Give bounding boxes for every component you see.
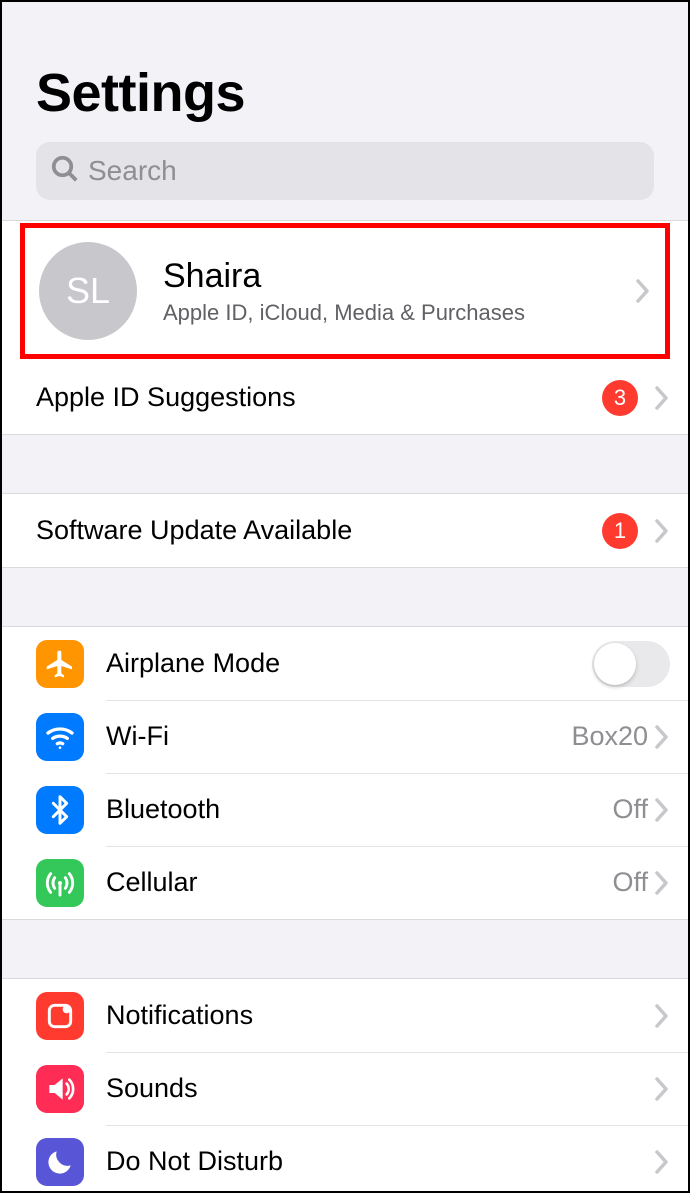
row-label: Airplane Mode (106, 648, 592, 679)
bluetooth-row[interactable]: Bluetooth Off (2, 773, 688, 846)
spacer (2, 920, 688, 978)
chevron-right-icon (654, 1148, 670, 1176)
airplane-icon (36, 640, 84, 688)
moon-icon (36, 1138, 84, 1186)
search-placeholder: Search (88, 155, 177, 187)
airplane-mode-row[interactable]: Airplane Mode (2, 627, 688, 700)
bluetooth-icon (36, 786, 84, 834)
software-update-row[interactable]: Software Update Available 1 (2, 494, 688, 567)
wifi-icon (36, 713, 84, 761)
chevron-right-icon (654, 723, 670, 751)
sounds-row[interactable]: Sounds (2, 1052, 688, 1125)
row-label: Wi-Fi (106, 721, 571, 752)
toggle-knob (594, 643, 636, 685)
group-system: Notifications Sounds Do Not Disturb (2, 978, 688, 1193)
group-account: SL Shaira Apple ID, iCloud, Media & Purc… (2, 220, 688, 435)
badge: 1 (602, 513, 638, 549)
row-value: Box20 (571, 721, 648, 752)
highlight-box: SL Shaira Apple ID, iCloud, Media & Purc… (20, 223, 670, 359)
chevron-right-icon (654, 796, 670, 824)
apple-id-suggestions-row[interactable]: Apple ID Suggestions 3 (2, 361, 688, 434)
group-connectivity: Airplane Mode Wi-Fi Box20 Bluetooth Off (2, 626, 688, 920)
wifi-row[interactable]: Wi-Fi Box20 (2, 700, 688, 773)
profile-name: Shaira (163, 257, 635, 296)
row-label: Bluetooth (106, 794, 612, 825)
search-icon (50, 154, 80, 189)
chevron-right-icon (635, 277, 651, 305)
row-label: Do Not Disturb (106, 1146, 654, 1177)
settings-screen: Settings Search SL Shaira Apple ID, iClo… (0, 0, 690, 1193)
badge: 3 (602, 380, 638, 416)
profile-text: Shaira Apple ID, iCloud, Media & Purchas… (163, 257, 635, 326)
dnd-row[interactable]: Do Not Disturb (2, 1125, 688, 1193)
airplane-toggle[interactable] (592, 641, 670, 687)
chevron-right-icon (654, 384, 670, 412)
row-label: Apple ID Suggestions (36, 382, 602, 413)
cellular-row[interactable]: Cellular Off (2, 846, 688, 919)
notifications-icon (36, 992, 84, 1040)
spacer (2, 568, 688, 626)
page-title: Settings (36, 62, 654, 124)
notifications-row[interactable]: Notifications (2, 979, 688, 1052)
chevron-right-icon (654, 869, 670, 897)
header: Settings Search (2, 2, 688, 220)
avatar: SL (39, 242, 137, 340)
cellular-icon (36, 859, 84, 907)
group-update: Software Update Available 1 (2, 493, 688, 568)
chevron-right-icon (654, 1075, 670, 1103)
row-value: Off (612, 794, 648, 825)
avatar-initials: SL (66, 270, 110, 312)
chevron-right-icon (654, 1002, 670, 1030)
row-label: Notifications (106, 1000, 654, 1031)
search-field[interactable]: Search (36, 142, 654, 200)
chevron-right-icon (654, 517, 670, 545)
row-label: Software Update Available (36, 515, 602, 546)
row-label: Cellular (106, 867, 612, 898)
row-label: Sounds (106, 1073, 654, 1104)
sounds-icon (36, 1065, 84, 1113)
profile-row[interactable]: SL Shaira Apple ID, iCloud, Media & Purc… (25, 228, 665, 354)
row-value: Off (612, 867, 648, 898)
profile-subtitle: Apple ID, iCloud, Media & Purchases (163, 300, 635, 326)
spacer (2, 435, 688, 493)
